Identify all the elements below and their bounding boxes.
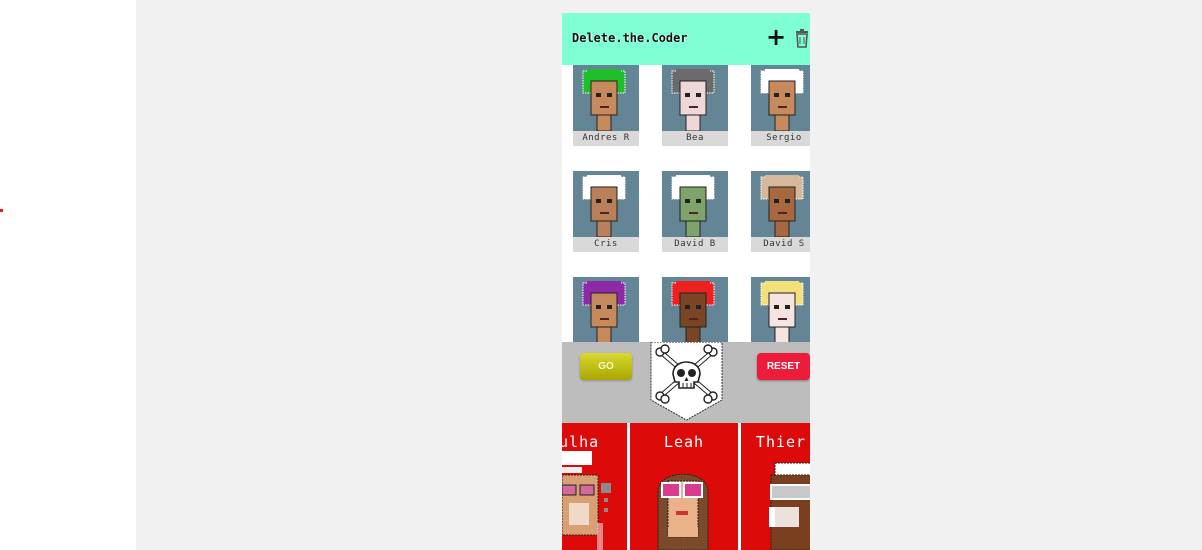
coder-card[interactable]: Cris: [573, 171, 639, 252]
selected-coder-avatar: [769, 462, 810, 550]
coder-avatar: [751, 65, 810, 131]
coder-card[interactable]: David B: [662, 171, 728, 252]
selected-coder-card[interactable]: dulha: [562, 423, 627, 550]
selected-coder-avatar: [657, 473, 709, 550]
coder-name: Bea: [662, 131, 728, 146]
coder-card[interactable]: Andres R: [573, 65, 639, 146]
coder-avatar: [751, 171, 810, 237]
reset-button[interactable]: RESET: [757, 353, 810, 380]
coder-avatar: [751, 277, 810, 342]
selected-coders-strip: dulha Leah: [562, 423, 810, 550]
red-marker: [0, 209, 3, 212]
coder-name: David B: [662, 237, 728, 252]
coder-card[interactable]: [573, 277, 639, 342]
app-bar: Delete.the.Coder +: [562, 13, 810, 65]
coder-card[interactable]: Sergio: [751, 65, 810, 146]
trash-icon: [796, 29, 808, 48]
coder-avatar: [573, 65, 639, 131]
selected-coder-avatar: [562, 451, 611, 550]
coder-avatar: [662, 171, 728, 237]
app-frame: Delete.the.Coder + Andres R Bea Sergio C…: [562, 13, 810, 550]
go-button[interactable]: GO: [580, 353, 632, 380]
coder-grid: Andres R Bea Sergio Cris David B David S: [562, 65, 810, 342]
coder-avatar: [573, 171, 639, 237]
coder-avatar: [662, 277, 728, 342]
delete-button[interactable]: [794, 29, 810, 49]
coder-avatar: [573, 277, 639, 342]
coder-name: Andres R: [573, 131, 639, 146]
app-title: Delete.the.Coder: [572, 31, 688, 45]
selected-coder-card[interactable]: Leah: [630, 423, 738, 550]
coder-card[interactable]: David S: [751, 171, 810, 252]
coder-avatar: [662, 65, 728, 131]
selected-coder-card[interactable]: Thier: [741, 423, 810, 550]
coder-card[interactable]: [751, 277, 810, 342]
coder-name: David S: [751, 237, 810, 252]
control-bar: GO RESET: [562, 342, 810, 423]
coder-name: Cris: [573, 237, 639, 252]
skull-crossbones-icon: [650, 342, 723, 421]
coder-name: Sergio: [751, 131, 810, 146]
plus-icon: +: [766, 23, 787, 51]
coder-card[interactable]: [662, 277, 728, 342]
add-button[interactable]: +: [766, 23, 787, 51]
coder-card[interactable]: Bea: [662, 65, 728, 146]
